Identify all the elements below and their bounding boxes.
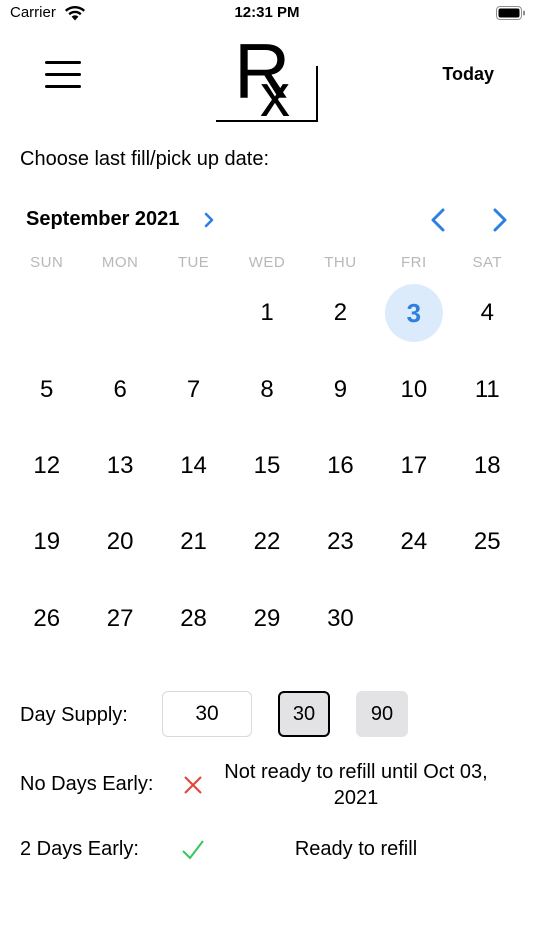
two-days-early-label: 2 Days Early: — [20, 838, 139, 860]
calendar-day-number: 23 — [327, 528, 354, 556]
day-supply-input[interactable] — [162, 691, 252, 737]
weekday-label: MON — [101, 254, 139, 271]
weekday-label: TUE — [177, 254, 210, 271]
menu-button[interactable] — [38, 56, 88, 96]
calendar-day[interactable]: 3 — [377, 275, 450, 351]
today-button[interactable]: Today — [442, 64, 494, 85]
calendar-day[interactable]: 25 — [451, 504, 524, 580]
hamburger-line — [45, 73, 81, 76]
day-supply-label: Day Supply: — [20, 704, 128, 726]
calendar-day[interactable]: 16 — [304, 428, 377, 504]
calendar-day-number: 20 — [106, 528, 134, 556]
calendar-day[interactable]: 7 — [157, 351, 230, 427]
chevron-right-icon[interactable] — [202, 210, 216, 230]
calendar-day[interactable]: 28 — [157, 581, 230, 657]
calendar-empty-cell — [377, 581, 450, 657]
calendar-day[interactable]: 29 — [230, 581, 303, 657]
calendar-day[interactable]: 23 — [304, 504, 377, 580]
calendar-day-number: 28 — [180, 604, 207, 632]
calendar-empty-cell — [83, 275, 156, 351]
calendar-day[interactable]: 1 — [230, 275, 303, 351]
calendar-empty-cell — [157, 275, 230, 351]
calendar-day-number: 18 — [473, 451, 501, 479]
calendar-day-number: 15 — [253, 451, 281, 479]
calendar-day[interactable]: 30 — [304, 581, 377, 657]
calendar-day[interactable]: 8 — [230, 351, 303, 427]
weekday-label: FRI — [401, 254, 427, 271]
calendar-day-number: 3 — [406, 297, 422, 328]
calendar-day-number: 4 — [480, 299, 494, 327]
calendar-days-grid: 1 2 3 4 5 6 7 8 9 10 11 12 13 14 15 16 17 18 19 20 21 22 23 24 2… — [10, 275, 524, 657]
calendar-day[interactable]: 27 — [83, 581, 156, 657]
calendar-day-number: 14 — [180, 451, 207, 479]
calendar-day[interactable]: 4 — [451, 275, 524, 351]
no-days-early-status: Not ready to refill until Oct 03, 2021 — [224, 761, 488, 809]
month-year-picker[interactable]: September 2021 — [26, 208, 179, 231]
calendar-day-number: 29 — [253, 604, 281, 632]
no-days-early-label: No Days Early: — [20, 773, 154, 795]
calendar-day-number: 2 — [333, 299, 348, 327]
weekday-label: SAT — [472, 254, 503, 271]
calendar-day-number: 16 — [327, 451, 354, 479]
calendar-day-number: 11 — [474, 375, 500, 403]
calendar-day-number: 9 — [333, 375, 348, 403]
calendar-day-number: 12 — [33, 451, 61, 479]
calendar-day-number: 19 — [33, 528, 61, 556]
calendar-day[interactable]: 26 — [10, 581, 83, 657]
calendar-day[interactable]: 11 — [451, 351, 524, 427]
calendar-day[interactable]: 19 — [10, 504, 83, 580]
calendar-day[interactable]: 10 — [377, 351, 450, 427]
calendar-day[interactable]: 14 — [157, 428, 230, 504]
calendar-day[interactable]: 18 — [451, 428, 524, 504]
calendar-day[interactable]: 22 — [230, 504, 303, 580]
calendar-day-number: 1 — [260, 299, 274, 327]
calendar-day[interactable]: 5 — [10, 351, 83, 427]
calendar-day[interactable]: 2 — [304, 275, 377, 351]
calendar-day[interactable]: 13 — [83, 428, 156, 504]
weekday-label: SUN — [30, 254, 64, 271]
calendar-day-number: 22 — [253, 528, 281, 556]
calendar-day-number: 25 — [473, 528, 501, 556]
calendar-day[interactable]: 20 — [83, 504, 156, 580]
supply-30-button[interactable]: 30 — [278, 691, 330, 737]
calendar-day[interactable]: 17 — [377, 428, 450, 504]
check-mark-icon — [182, 840, 204, 860]
calendar-day-number: 5 — [40, 375, 54, 403]
two-days-early-status: Ready to refill — [294, 838, 418, 860]
calendar-day[interactable]: 21 — [157, 504, 230, 580]
calendar-day[interactable]: 9 — [304, 351, 377, 427]
calendar-day[interactable]: 6 — [83, 351, 156, 427]
x-mark-icon — [184, 776, 202, 794]
calendar-day-number: 13 — [106, 451, 134, 479]
weekday-label: WED — [248, 254, 286, 271]
calendar-day-number: 26 — [33, 604, 61, 632]
calendar-empty-cell — [10, 275, 83, 351]
calendar-day-number: 21 — [180, 528, 207, 556]
battery-icon — [496, 6, 525, 20]
svg-text:x: x — [260, 62, 290, 124]
hamburger-line — [45, 85, 81, 88]
calendar-day-number: 10 — [400, 375, 428, 403]
calendar-day-number: 6 — [113, 375, 127, 403]
date-prompt: Choose last fill/pick up date: — [20, 148, 270, 170]
calendar-day-number: 24 — [400, 528, 428, 556]
calendar-day[interactable]: 24 — [377, 504, 450, 580]
next-month-button[interactable] — [484, 204, 514, 236]
calendar-day-number: 27 — [106, 604, 134, 632]
previous-month-button[interactable] — [424, 204, 454, 236]
calendar-day-number: 7 — [186, 375, 201, 403]
calendar-day-number: 17 — [400, 451, 428, 479]
calendar-day-number: 30 — [327, 604, 354, 632]
hamburger-menu-icon — [45, 61, 81, 64]
weekday-header: SUN MON TUE WED THU FRI SAT — [10, 254, 524, 274]
supply-90-button[interactable]: 90 — [356, 691, 408, 737]
calendar-empty-cell — [451, 581, 524, 657]
calendar-day[interactable]: 12 — [10, 428, 83, 504]
calendar-day-number: 8 — [260, 375, 274, 403]
weekday-label: THU — [324, 254, 357, 271]
rx-logo: R x — [216, 27, 318, 124]
calendar-day[interactable]: 15 — [230, 428, 303, 504]
status-time: 12:31 PM — [234, 4, 300, 21]
